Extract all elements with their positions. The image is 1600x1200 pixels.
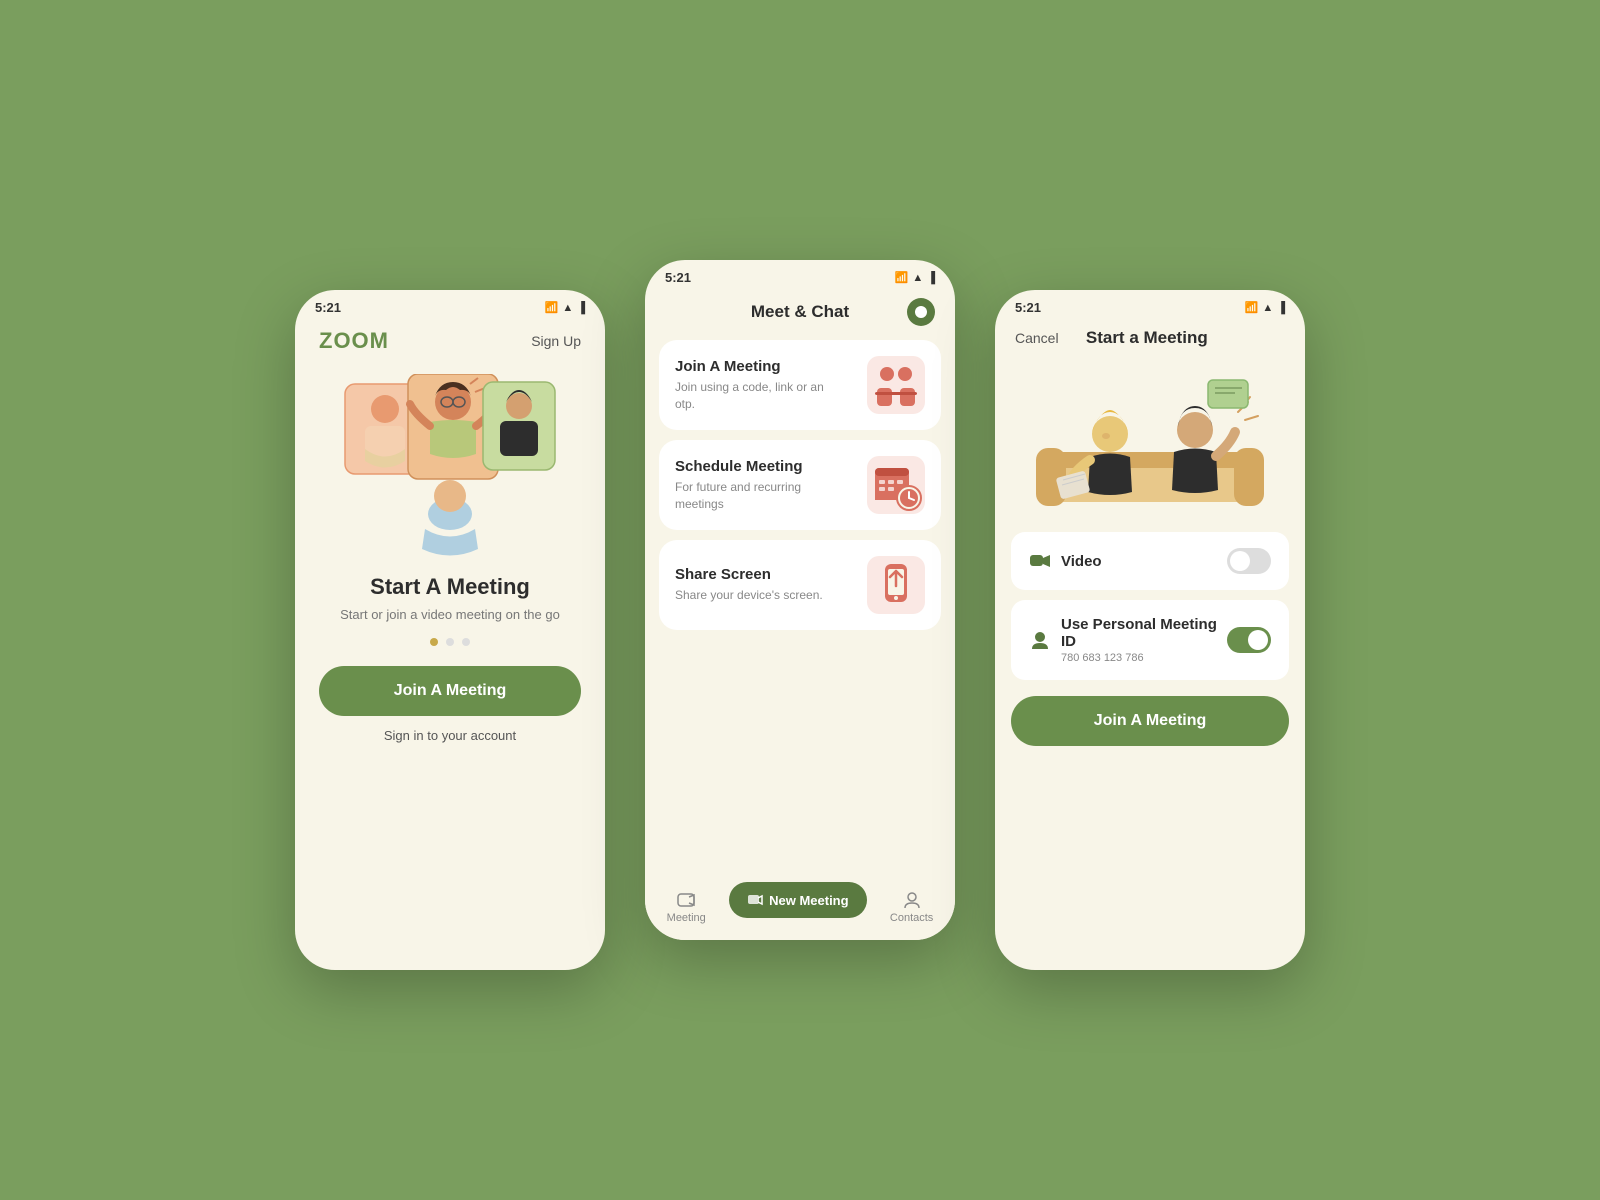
wifi-icon-3: 📶 — [1245, 301, 1259, 314]
battery-icon-3: ▐ — [1277, 302, 1285, 314]
p2-avatar[interactable] — [907, 298, 935, 326]
p1-subtitle: Start or join a video meeting on the go — [295, 606, 605, 624]
wifi-icon-2: 📶 — [895, 271, 909, 284]
status-time-3: 5:21 — [1015, 300, 1041, 315]
signup-link[interactable]: Sign Up — [531, 333, 581, 349]
status-bar-1: 5:21 📶 ▲ ▐ — [295, 290, 605, 320]
share-screen-icon — [867, 556, 925, 614]
signin-link[interactable]: Sign in to your account — [295, 728, 605, 743]
p2-title: Meet & Chat — [693, 302, 907, 322]
zoom-logo: ZOOM — [319, 328, 389, 354]
personal-id-toggle[interactable] — [1227, 627, 1271, 653]
personal-id-label: Use Personal Meeting ID — [1061, 616, 1227, 650]
p2-cards: Join A Meeting Join using a code, link o… — [645, 340, 955, 630]
join-meeting-card-text: Join A Meeting Join using a code, link o… — [675, 358, 825, 413]
new-meeting-label: New Meeting — [769, 893, 848, 908]
share-screen-card-text: Share Screen Share your device's screen. — [675, 566, 823, 604]
video-label: Video — [1061, 553, 1102, 570]
join-card-desc: Join using a code, link or an otp. — [675, 379, 825, 413]
p3-options: Video Use Personal Meeting ID 780 683 12… — [995, 532, 1305, 680]
phone-3: 5:21 📶 ▲ ▐ Cancel Start a Meeting — [995, 290, 1305, 970]
join-card-title: Join A Meeting — [675, 358, 825, 375]
nav-meeting-label: Meeting — [667, 912, 706, 924]
share-screen-card[interactable]: Share Screen Share your device's screen. — [659, 540, 941, 630]
status-icons-2: 📶 ▲ ▐ — [895, 271, 935, 284]
schedule-card-desc: For future and recurring meetings — [675, 479, 825, 513]
join-meeting-button[interactable]: Join A Meeting — [319, 666, 581, 716]
p1-illustration — [340, 374, 560, 564]
p3-illustration — [1020, 362, 1280, 522]
dot-1 — [430, 638, 438, 646]
share-card-desc: Share your device's screen. — [675, 587, 823, 604]
join-meeting-card[interactable]: Join A Meeting Join using a code, link o… — [659, 340, 941, 430]
video-icon — [1029, 550, 1051, 572]
signal-icon-2: ▲ — [912, 272, 923, 284]
status-icons-1: 📶 ▲ ▐ — [545, 301, 585, 314]
p3-header: Cancel Start a Meeting — [995, 320, 1305, 354]
toggle-knob-video — [1230, 551, 1250, 571]
avatar-inner — [915, 306, 927, 318]
p3-join-button[interactable]: Join A Meeting — [1011, 696, 1289, 746]
wifi-icon: 📶 — [545, 301, 559, 314]
status-icons-3: 📶 ▲ ▐ — [1245, 301, 1285, 314]
status-time-1: 5:21 — [315, 300, 341, 315]
personal-id-text: Use Personal Meeting ID 780 683 123 786 — [1061, 616, 1227, 664]
join-meeting-icon — [867, 356, 925, 414]
status-bar-3: 5:21 📶 ▲ ▐ — [995, 290, 1305, 320]
nav-meeting[interactable]: Meeting — [667, 890, 706, 924]
p1-header: ZOOM Sign Up — [295, 320, 605, 354]
personal-id-icon — [1029, 629, 1051, 651]
new-meeting-button[interactable]: New Meeting — [729, 882, 866, 918]
cancel-button[interactable]: Cancel — [1015, 330, 1059, 346]
signal-icon-3: ▲ — [1262, 302, 1273, 314]
schedule-card-title: Schedule Meeting — [675, 458, 825, 475]
status-time-2: 5:21 — [665, 270, 691, 285]
video-option-left: Video — [1029, 550, 1102, 572]
battery-icon-2: ▐ — [927, 272, 935, 284]
phone-2: 5:21 📶 ▲ ▐ Meet & Chat Join A Meeting Jo… — [645, 260, 955, 940]
p2-header: Meet & Chat — [645, 290, 955, 336]
dot-2 — [446, 638, 454, 646]
nav-contacts[interactable]: Contacts — [890, 890, 933, 924]
schedule-meeting-icon — [867, 456, 925, 514]
schedule-meeting-card[interactable]: Schedule Meeting For future and recurrin… — [659, 440, 941, 530]
phone-1: 5:21 📶 ▲ ▐ ZOOM Sign Up — [295, 290, 605, 970]
schedule-meeting-card-text: Schedule Meeting For future and recurrin… — [675, 458, 825, 513]
p3-page-title: Start a Meeting — [1086, 328, 1208, 348]
personal-id-option-left: Use Personal Meeting ID 780 683 123 786 — [1029, 616, 1227, 664]
p2-bottom-nav: Meeting New Meeting Contacts — [645, 880, 955, 940]
toggle-knob-personal-id — [1248, 630, 1268, 650]
personal-id-number: 780 683 123 786 — [1061, 652, 1227, 664]
signal-icon: ▲ — [562, 302, 573, 314]
status-bar-2: 5:21 📶 ▲ ▐ — [645, 260, 955, 290]
video-toggle[interactable] — [1227, 548, 1271, 574]
video-option: Video — [1011, 532, 1289, 590]
battery-icon: ▐ — [577, 302, 585, 314]
nav-contacts-label: Contacts — [890, 912, 933, 924]
dot-3 — [462, 638, 470, 646]
p1-main-title: Start A Meeting — [295, 574, 605, 600]
p1-pagination — [295, 638, 605, 646]
personal-id-option: Use Personal Meeting ID 780 683 123 786 — [1011, 600, 1289, 680]
share-card-title: Share Screen — [675, 566, 823, 583]
